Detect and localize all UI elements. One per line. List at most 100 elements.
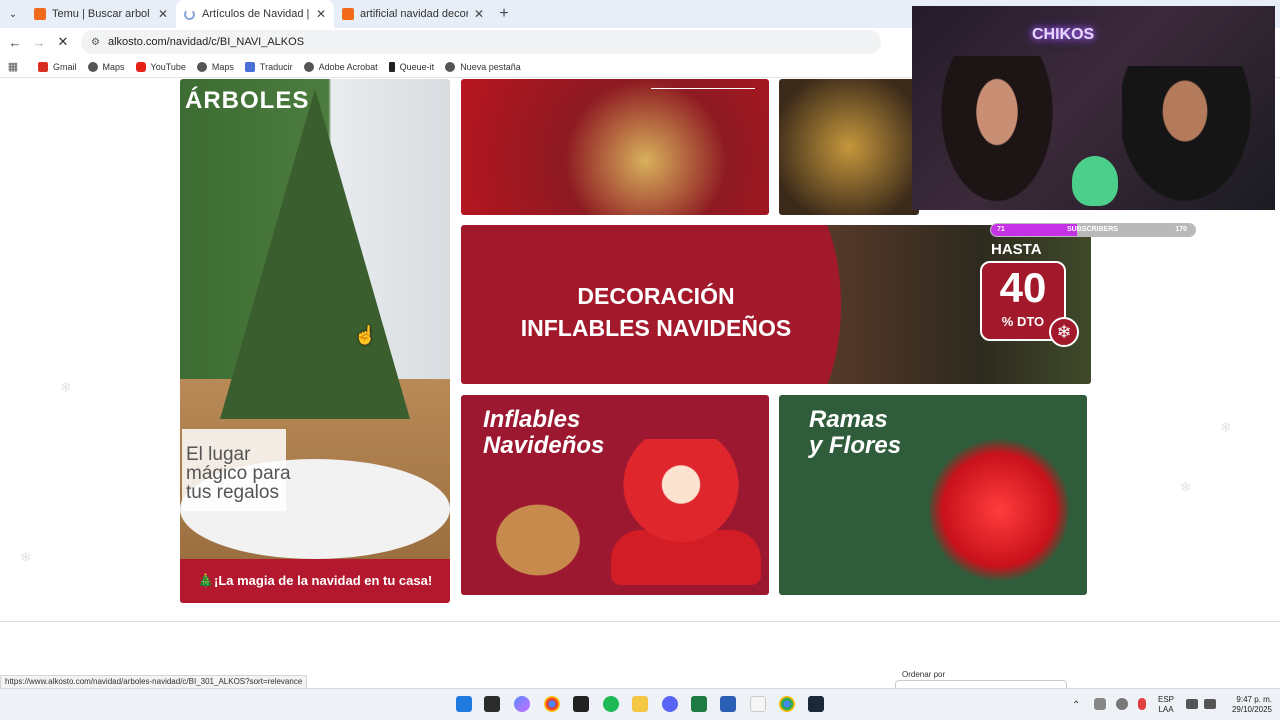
loading-spinner-icon [184, 8, 195, 20]
tab-label: Temu | Buscar arbol de navidad [52, 8, 152, 20]
close-tab-icon[interactable]: ✕ [316, 7, 326, 21]
discount-prefix: HASTA [991, 241, 1042, 258]
windows-start-icon[interactable] [456, 696, 472, 712]
bookmark-traducir[interactable]: Traducir [244, 61, 293, 72]
tab-temu[interactable]: Temu | Buscar arbol de navidad ✕ [26, 0, 176, 28]
chrome-icon[interactable] [544, 696, 560, 712]
section-divider [0, 621, 1280, 622]
file-explorer-icon[interactable] [632, 696, 648, 712]
tab-alkosto[interactable]: Artículos de Navidad | Alkosto ✕ [176, 0, 334, 28]
discount-number: 40 [999, 264, 1047, 311]
tab-artificial-navidad[interactable]: artificial navidad decoración re ✕ [334, 0, 492, 28]
excel-icon[interactable] [691, 696, 707, 712]
category-card-inflables[interactable]: Inflables Navideños [461, 395, 769, 595]
category-card-decoracion[interactable] [461, 79, 769, 215]
site-info-icon[interactable]: ⚙ [91, 37, 100, 48]
bookmark-gmail[interactable]: Gmail [38, 61, 77, 72]
streamer-image [1122, 66, 1262, 210]
forward-button[interactable]: → [27, 35, 51, 50]
sort-select[interactable] [895, 680, 1067, 688]
temu-favicon-icon [34, 8, 46, 20]
display-icon[interactable] [1186, 699, 1198, 709]
tray-overflow-icon[interactable]: ⌃ [1072, 689, 1080, 721]
globe-icon [445, 61, 456, 72]
globe-icon [87, 61, 98, 72]
status-url: https://www.alkosto.com/navidad/arboles-… [0, 675, 308, 689]
bookmark-label: Maps [102, 61, 125, 72]
apps-grid-icon[interactable]: ▦ [0, 60, 26, 73]
url-text: alkosto.com/navidad/c/BI_NAVI_ALKOS [107, 36, 305, 48]
bookmark-queue-it[interactable]: Queue-it [388, 61, 435, 72]
microphone-icon[interactable] [1138, 698, 1146, 710]
bookmark-label: YouTube [150, 61, 186, 72]
close-tab-icon[interactable]: ✕ [474, 7, 484, 21]
snowflake-icon: ❄ [60, 379, 72, 395]
title-line-1: Inflables [483, 406, 581, 433]
clock-time: 9:47 p. m. [1236, 695, 1272, 704]
youtube-icon [135, 61, 146, 72]
streamer-image [932, 56, 1062, 210]
plush-toy-image [1072, 156, 1118, 206]
santa-image [621, 439, 741, 569]
subscriber-count: 71 [997, 226, 1005, 233]
onedrive-icon[interactable] [1116, 698, 1128, 710]
bookmark-label: Queue-it [399, 61, 435, 72]
banner-headline: DECORACIÓN INFLABLES NAVIDEÑOS [461, 280, 851, 344]
snowflake-icon: ❄ [20, 549, 32, 565]
card-title: Ramas y Flores [809, 407, 901, 459]
card-title: ÁRBOLES [185, 87, 310, 114]
bookmark-adobe-acrobat[interactable]: Adobe Acrobat [303, 61, 378, 72]
hand-cursor-icon: ☝ [354, 325, 377, 345]
bookmark-label: Traducir [259, 61, 293, 72]
close-tab-icon[interactable]: ✕ [158, 7, 168, 21]
decorative-line [651, 88, 755, 89]
task-view-icon[interactable] [484, 696, 500, 712]
bookmark-maps-2[interactable]: Maps [196, 61, 234, 72]
volume-icon[interactable] [1204, 699, 1216, 709]
translate-icon [244, 61, 255, 72]
spotify-icon[interactable] [603, 696, 619, 712]
maps-icon [196, 61, 207, 72]
bookmark-nueva-pestana[interactable]: Nueva pestaña [445, 61, 521, 72]
bookmark-label: Adobe Acrobat [318, 61, 378, 72]
bookmark-maps[interactable]: Maps [87, 61, 125, 72]
category-card-arboles[interactable]: ÁRBOLES El lugar mágico para tus regalos… [180, 79, 450, 603]
word-icon[interactable] [720, 696, 736, 712]
snowflake-icon: ❄ [1049, 317, 1079, 347]
temu-favicon-icon [342, 8, 354, 20]
layout-code: LAA [1158, 705, 1174, 714]
bookmark-label: Gmail [53, 61, 77, 72]
category-card-ramas[interactable]: Ramas y Flores [779, 395, 1087, 595]
card-title: Inflables Navideños [483, 407, 604, 459]
queueit-icon [388, 61, 395, 72]
notepad-icon[interactable] [750, 696, 766, 712]
language-code: ESP [1158, 695, 1175, 704]
headline-line-2: INFLABLES NAVIDEÑOS [520, 315, 792, 341]
tab-search-menu-icon[interactable]: ⌄ [0, 0, 26, 28]
steam-icon[interactable] [808, 696, 824, 712]
bookmark-youtube[interactable]: YouTube [135, 61, 186, 72]
webcam-overlay: CHIKOS [912, 6, 1275, 210]
title-line-2: y Flores [809, 432, 902, 459]
bookmark-label: Nueva pestaña [460, 61, 521, 72]
taskbar: ⌃ ESP LAA 9:47 p. m. 29/10/2025 [0, 688, 1280, 720]
epic-games-icon[interactable] [573, 696, 589, 712]
copilot-icon[interactable] [514, 696, 530, 712]
gmail-icon [38, 61, 48, 72]
stop-loading-button[interactable]: ✕ [51, 34, 75, 50]
bookmark-label: Maps [211, 61, 234, 72]
system-clock[interactable]: 9:47 p. m. 29/10/2025 [1222, 695, 1272, 715]
new-tab-button[interactable]: + [492, 5, 516, 23]
address-bar[interactable]: ⚙ alkosto.com/navidad/c/BI_NAVI_ALKOS [81, 30, 881, 54]
discord-icon[interactable] [662, 696, 678, 712]
tray-app-icon[interactable] [1094, 698, 1106, 710]
reindeer-image [473, 485, 603, 585]
chrome-profile-icon[interactable] [779, 696, 795, 712]
card-footer: 🎄¡La magia de la navidad en tu casa! [180, 559, 450, 603]
language-indicator[interactable]: ESP LAA [1158, 695, 1174, 715]
banner-inflables[interactable]: DECORACIÓN INFLABLES NAVIDEÑOS HASTA 40 … [461, 225, 1091, 384]
category-card-luces[interactable] [779, 79, 919, 215]
christmas-tree-image [220, 89, 410, 419]
back-button[interactable]: ← [3, 35, 27, 50]
tab-label: artificial navidad decoración re [360, 8, 468, 20]
